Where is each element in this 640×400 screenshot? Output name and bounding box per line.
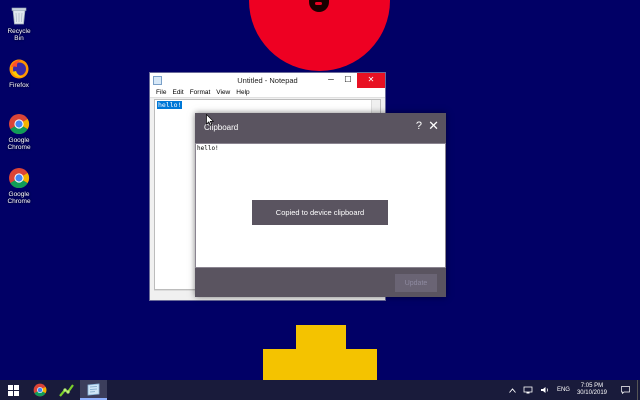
green-app-icon <box>59 383 74 397</box>
desktop-icon-label: Firefox <box>9 82 29 89</box>
desktop-icon-google-chrome-2[interactable]: Google Chrome <box>2 167 36 205</box>
recycle-bin-icon <box>8 4 30 26</box>
windows-logo-icon <box>7 384 19 396</box>
clipboard-content: hello! <box>197 145 219 152</box>
help-icon[interactable]: ? <box>416 120 422 132</box>
start-button[interactable] <box>0 380 26 400</box>
desktop-icon-label: Recycle Bin <box>7 28 31 42</box>
selected-text[interactable]: hello! <box>157 101 183 109</box>
system-tray: ENG 7:05 PM 30/10/2019 <box>509 380 640 400</box>
clipboard-footer: Update <box>195 268 446 297</box>
desktop-icon-label: Google Chrome <box>7 137 31 151</box>
network-icon[interactable] <box>523 386 533 394</box>
taskbar-chrome[interactable] <box>26 380 53 400</box>
maximize-button[interactable]: ☐ <box>340 73 356 88</box>
clipboard-header: Clipboard ? ✕ <box>195 113 446 143</box>
menu-view[interactable]: View <box>216 89 230 96</box>
desktop-icon-label: Google Chrome <box>7 191 31 205</box>
menu-file[interactable]: File <box>156 89 166 96</box>
taskbar-notepad[interactable] <box>80 380 107 400</box>
taskbar: ENG 7:05 PM 30/10/2019 <box>0 380 640 400</box>
yellow-shape-bottom <box>263 349 377 381</box>
copied-toast: Copied to device clipboard <box>252 200 388 225</box>
taskbar-green-app[interactable] <box>53 380 80 400</box>
notepad-taskbar-icon <box>87 383 100 395</box>
notepad-titlebar[interactable]: Untitled - Notepad ─ ☐ ✕ <box>150 73 385 88</box>
mouse-cursor-icon <box>206 114 214 126</box>
language-indicator[interactable]: ENG <box>557 387 570 393</box>
close-icon[interactable]: ✕ <box>428 118 439 134</box>
notification-icon[interactable] <box>621 386 630 394</box>
clipboard-text-area[interactable]: hello! Copied to device clipboard <box>195 143 446 268</box>
clock[interactable]: 7:05 PM 30/10/2019 <box>577 383 607 397</box>
desktop-icon-recycle-bin[interactable]: Recycle Bin <box>2 4 36 42</box>
chrome-icon <box>8 113 30 135</box>
menu-edit[interactable]: Edit <box>172 89 183 96</box>
clock-date: 30/10/2019 <box>576 390 607 396</box>
desktop-icon-google-chrome[interactable]: Google Chrome <box>2 113 36 151</box>
update-button[interactable]: Update <box>395 274 437 292</box>
volume-icon[interactable] <box>540 386 550 394</box>
clipboard-dialog: Clipboard ? ✕ hello! Copied to device cl… <box>195 113 446 297</box>
minimize-button[interactable]: ─ <box>323 73 339 88</box>
firefox-icon <box>8 58 30 80</box>
desktop-icon-firefox[interactable]: Firefox <box>2 58 36 89</box>
chevron-up-icon[interactable] <box>509 387 516 393</box>
notepad-menubar: File Edit Format View Help <box>150 88 385 98</box>
menu-help[interactable]: Help <box>236 89 249 96</box>
chrome-icon <box>8 167 30 189</box>
menu-format[interactable]: Format <box>190 89 211 96</box>
clock-time: 7:05 PM <box>580 383 604 389</box>
close-button[interactable]: ✕ <box>357 73 385 88</box>
yellow-shape-top <box>296 325 346 350</box>
chrome-icon <box>33 383 46 397</box>
